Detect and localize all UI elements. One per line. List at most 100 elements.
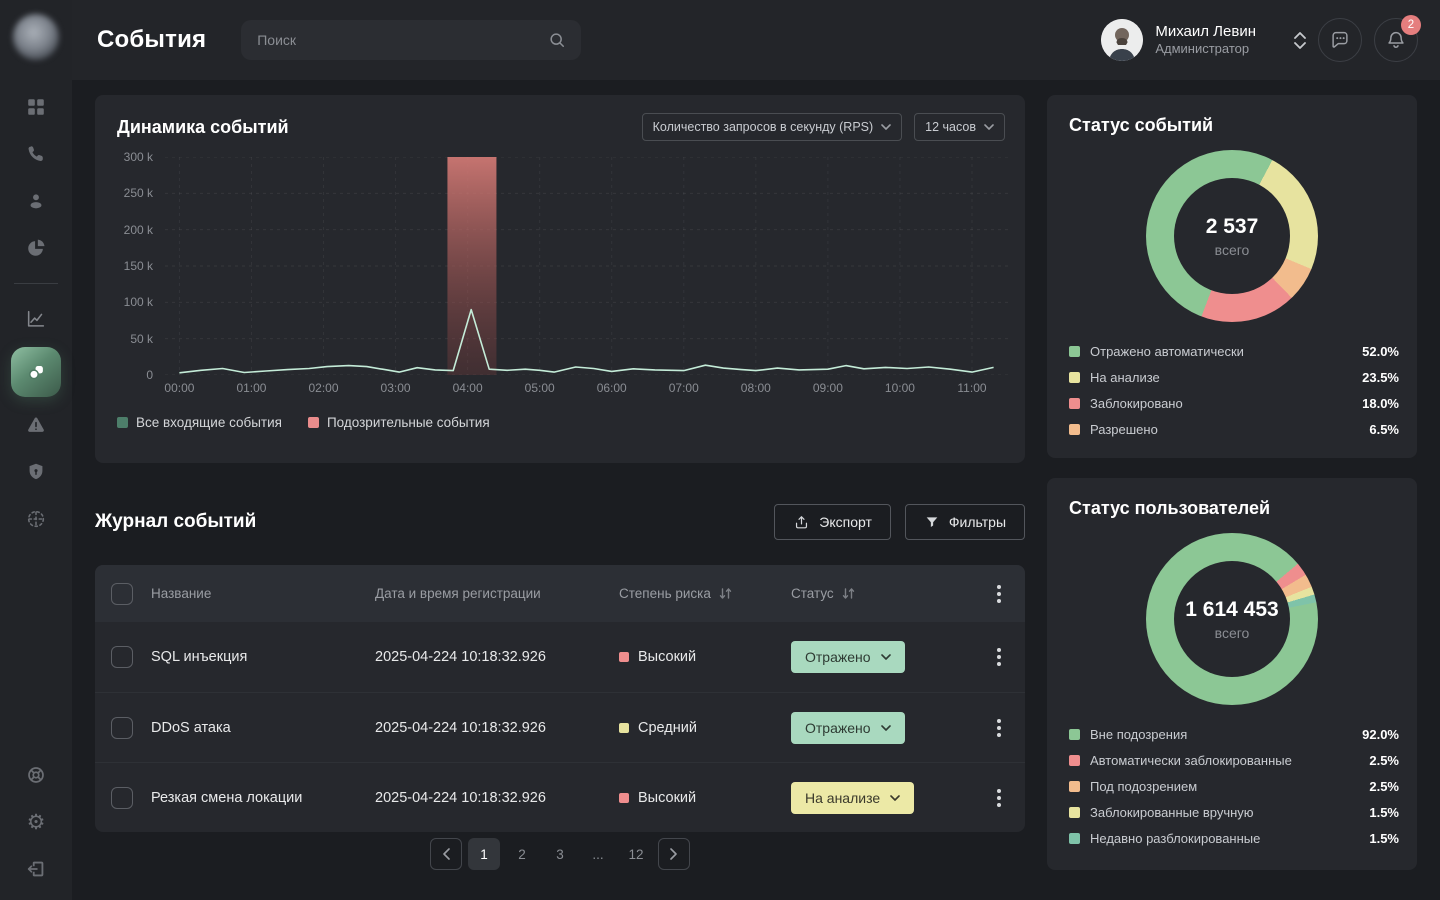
- events-icon: [25, 361, 47, 383]
- export-icon: [793, 514, 810, 531]
- search-input[interactable]: [241, 20, 581, 60]
- sidebar-item-network[interactable]: [17, 500, 55, 538]
- legend-item: Отражено автоматически52.0%: [1069, 338, 1399, 364]
- legend-swatch: [1069, 807, 1080, 818]
- sidebar-bottom: ⚙: [17, 756, 55, 888]
- x-tick-label: 03:00: [381, 381, 411, 395]
- status-dropdown[interactable]: На анализе: [791, 782, 914, 814]
- chevron-down-icon: [984, 124, 994, 130]
- select-all-checkbox[interactable]: [111, 583, 133, 605]
- lifebuoy-icon: [25, 764, 47, 786]
- legend-percent: 1.5%: [1369, 831, 1399, 846]
- legend-item: Недавно разблокированные 1.5%: [1069, 825, 1399, 851]
- row-checkbox[interactable]: [111, 646, 133, 668]
- range-dropdown[interactable]: 12 часов: [914, 113, 1005, 141]
- column-datetime[interactable]: Дата и время регистрации: [375, 586, 619, 601]
- row-checkbox[interactable]: [111, 717, 133, 739]
- user-info[interactable]: Михаил Левин Администратор: [1155, 23, 1256, 58]
- prev-page-button[interactable]: [430, 838, 462, 870]
- table-menu-kebab[interactable]: [997, 585, 1001, 603]
- sort-icon[interactable]: [841, 587, 856, 600]
- filters-button[interactable]: Фильтры: [905, 504, 1025, 540]
- sort-icon[interactable]: [718, 587, 733, 600]
- legend-label: Заблокировано: [1090, 396, 1183, 411]
- sidebar-item-settings[interactable]: ⚙: [17, 803, 55, 841]
- row-menu-kebab[interactable]: [997, 719, 1001, 737]
- legend-percent: 18.0%: [1362, 396, 1399, 411]
- column-name[interactable]: Название: [151, 586, 375, 601]
- donut-total-label: всего: [1215, 625, 1250, 641]
- events-table: Название Дата и время регистрации Степен…: [95, 565, 1025, 832]
- plot-area[interactable]: [165, 157, 1008, 375]
- x-tick-label: 05:00: [525, 381, 555, 395]
- row-menu-kebab[interactable]: [997, 789, 1001, 807]
- user-menu-expander[interactable]: [1294, 32, 1306, 49]
- metric-dropdown-value: Количество запросов в секунду (RPS): [653, 120, 874, 134]
- sidebar-item-security[interactable]: [17, 453, 55, 491]
- search-icon[interactable]: [547, 30, 567, 50]
- event-datetime: 2025-04-224 10:18:32.926: [375, 649, 619, 665]
- sidebar-item-logout[interactable]: [17, 850, 55, 888]
- page-button[interactable]: 3: [544, 838, 576, 870]
- row-checkbox[interactable]: [111, 787, 133, 809]
- legend-swatch: [308, 417, 319, 428]
- sidebar: ⚙: [0, 0, 72, 900]
- users-status-title: Статус пользователей: [1047, 478, 1417, 519]
- sidebar-item-calls[interactable]: [17, 135, 55, 173]
- page-button[interactable]: 2: [506, 838, 538, 870]
- events-status-donut: 2 537 всего: [1146, 150, 1318, 322]
- sidebar-item-alerts[interactable]: [17, 406, 55, 444]
- status-dropdown[interactable]: Отражено: [791, 641, 905, 673]
- user-area: Михаил Левин Администратор 2: [1101, 18, 1418, 62]
- next-page-button[interactable]: [658, 838, 690, 870]
- app-logo[interactable]: [13, 14, 59, 60]
- phone-icon: [25, 143, 47, 165]
- sidebar-item-reports[interactable]: [17, 229, 55, 267]
- metric-dropdown[interactable]: Количество запросов в секунду (RPS): [642, 113, 903, 141]
- x-tick-label: 04:00: [453, 381, 483, 395]
- legend-item: На анализе23.5%: [1069, 364, 1399, 390]
- y-tick-label: 250 k: [124, 186, 153, 200]
- risk-label: Средний: [638, 720, 697, 736]
- legend-label: Заблокированные вручную: [1090, 805, 1254, 820]
- legend-label: Под подозрением: [1090, 779, 1197, 794]
- y-tick-label: 50 k: [130, 332, 153, 346]
- column-risk[interactable]: Степень риска: [619, 586, 791, 601]
- page-ellipsis: ...: [582, 838, 614, 870]
- y-tick-label: 150 k: [124, 259, 153, 273]
- legend-item: Все входящие события: [117, 415, 282, 430]
- sidebar-item-dashboard[interactable]: [17, 88, 55, 126]
- column-status[interactable]: Статус: [791, 586, 991, 601]
- avatar[interactable]: [1101, 19, 1143, 61]
- status-label: Отражено: [805, 720, 871, 736]
- status-dropdown[interactable]: Отражено: [791, 712, 905, 744]
- notifications-button[interactable]: 2: [1374, 18, 1418, 62]
- chart-title: Динамика событий: [117, 117, 289, 138]
- line-chart: 300 k250 k200 k150 k100 k50 k0 00:0001:0…: [95, 157, 1025, 375]
- page-button[interactable]: 1: [468, 838, 500, 870]
- grid-icon: [25, 96, 47, 118]
- chevron-left-icon: [442, 848, 450, 860]
- user-icon: [25, 190, 47, 212]
- sidebar-item-events[interactable]: [11, 347, 61, 397]
- event-datetime: 2025-04-224 10:18:32.926: [375, 790, 619, 806]
- chevron-down-icon: [881, 725, 891, 731]
- legend-item: Автоматически заблокированные2.5%: [1069, 747, 1399, 773]
- legend-label: Недавно разблокированные: [1090, 831, 1260, 846]
- page-button[interactable]: 12: [620, 838, 652, 870]
- y-tick-label: 0: [146, 368, 153, 382]
- chevron-right-icon: [670, 848, 678, 860]
- events-log-title: Журнал событий: [95, 511, 256, 533]
- messages-button[interactable]: [1318, 18, 1362, 62]
- sidebar-item-users[interactable]: [17, 182, 55, 220]
- y-axis-labels: 300 k250 k200 k150 k100 k50 k0: [95, 157, 153, 375]
- legend-swatch: [1069, 729, 1080, 740]
- row-menu-kebab[interactable]: [997, 648, 1001, 666]
- chevron-down-icon: [890, 795, 900, 801]
- sidebar-divider: [14, 283, 58, 284]
- sidebar-item-analytics[interactable]: [17, 300, 55, 338]
- export-button[interactable]: Экспорт: [774, 504, 891, 540]
- legend-percent: 2.5%: [1369, 753, 1399, 768]
- sidebar-item-support[interactable]: [17, 756, 55, 794]
- legend-swatch: [1069, 424, 1080, 435]
